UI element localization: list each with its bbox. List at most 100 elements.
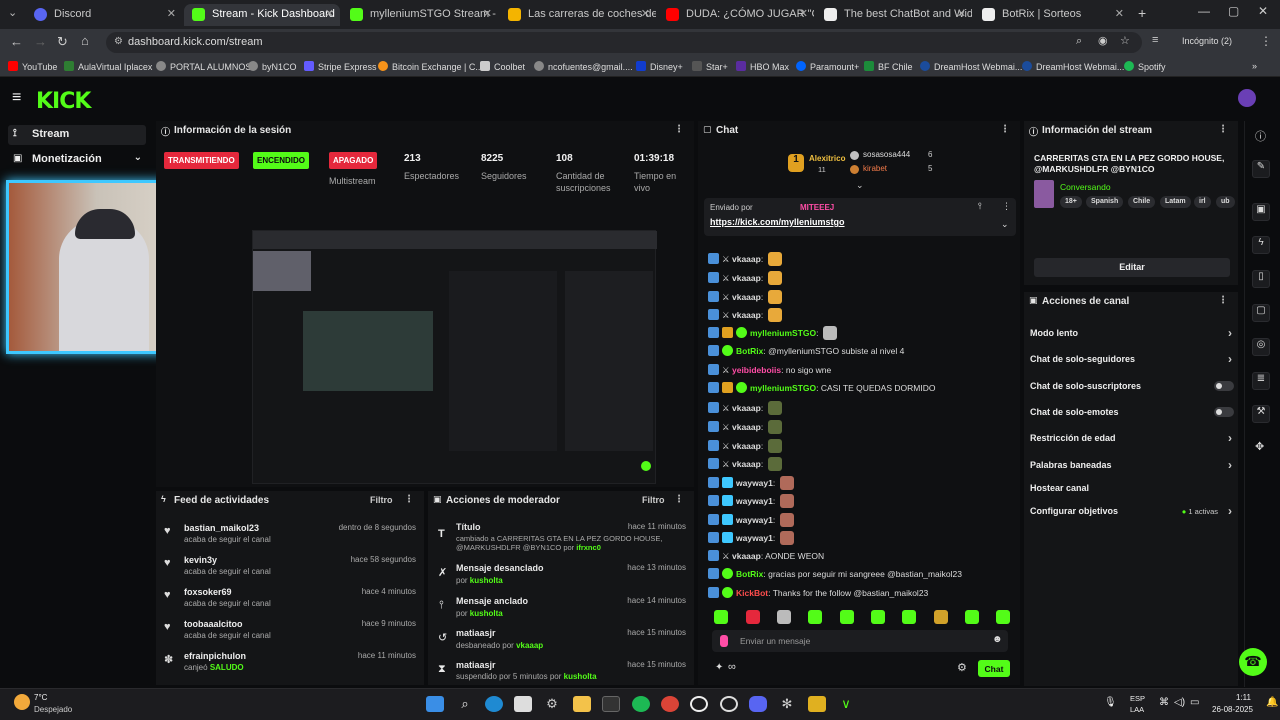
action-followers-only[interactable]: Chat de solo-seguidores ›: [1030, 352, 1236, 372]
back-icon[interactable]: ←: [10, 34, 23, 49]
emote-button[interactable]: [996, 610, 1010, 624]
maximize-button[interactable]: ▢: [1228, 4, 1239, 18]
mod-item-by[interactable]: vkaaap: [516, 641, 543, 650]
list-rail-button[interactable]: ≣: [1252, 372, 1270, 390]
chat-rail-button[interactable]: ▢: [1252, 304, 1270, 322]
bookmark-stripe[interactable]: Stripe Express: [304, 61, 377, 72]
close-icon[interactable]: ✕: [957, 7, 966, 20]
close-window-button[interactable]: ✕: [1258, 4, 1268, 18]
hamburger-menu-icon[interactable]: ≡: [12, 89, 21, 107]
reload-icon[interactable]: ↻: [57, 34, 68, 50]
top-gifter-3[interactable]: kirabet 5: [850, 164, 940, 176]
eye-off-icon[interactable]: ◉: [1098, 34, 1108, 47]
bolt-rail-button[interactable]: ϟ: [1252, 236, 1270, 254]
stream-preview[interactable]: [252, 230, 657, 484]
action-banned-words[interactable]: Palabras baneadas ›: [1030, 458, 1236, 478]
volume-icon[interactable]: ◁): [1174, 697, 1185, 708]
bookmark-coolbet[interactable]: Coolbet: [480, 61, 525, 72]
bookmark-hbo[interactable]: HBO Max: [736, 61, 789, 72]
star-icon[interactable]: ☆: [1120, 34, 1130, 47]
mod-item-by[interactable]: kusholta: [470, 576, 503, 585]
close-icon[interactable]: ✕: [167, 7, 176, 20]
steam-icon[interactable]: ✻: [778, 696, 796, 712]
chat-username[interactable]: wayway1: [736, 478, 773, 488]
spotify-icon[interactable]: [632, 696, 650, 712]
chat-input[interactable]: Enviar un mensaje ☻: [712, 630, 1008, 652]
action-configure-goals[interactable]: Configurar objetivos ● 1 activas ›: [1030, 504, 1236, 524]
chevron-down-icon[interactable]: ⌄: [1001, 219, 1009, 230]
action-age-restriction[interactable]: Restricción de edad ›: [1030, 431, 1236, 451]
tab-search-icon[interactable]: ⌄: [8, 6, 17, 19]
action-host-channel[interactable]: Hostear canal: [1030, 483, 1236, 501]
bookmark-youtube[interactable]: YouTube: [8, 61, 57, 72]
site-info-icon[interactable]: ⚙: [114, 36, 123, 47]
pin-icon[interactable]: ⫯: [978, 201, 982, 212]
bookmark-bitcoin[interactable]: Bitcoin Exchange | C...: [378, 61, 483, 72]
tab-carreras[interactable]: Las carreras de coches de com✕: [500, 4, 656, 26]
bookmark-bfchile[interactable]: BF Chile: [864, 61, 913, 72]
broadcast-rail-button[interactable]: ◎: [1252, 338, 1270, 356]
chat-username[interactable]: yeibideboiis: [732, 365, 781, 375]
chat-username[interactable]: vkaaap: [732, 273, 761, 283]
incognito-profile[interactable]: Incógnito (2): [1182, 36, 1232, 46]
new-tab-button[interactable]: +: [1138, 5, 1146, 21]
feed-user[interactable]: bastian_maikol23: [184, 523, 259, 533]
chat-username[interactable]: mylleniumSTGO: [750, 328, 816, 338]
category-thumbnail[interactable]: [1034, 180, 1054, 208]
zoom-icon[interactable]: ⌕: [1076, 35, 1082, 48]
bookmarks-overflow-icon[interactable]: »: [1252, 61, 1257, 71]
chat-identity-icon[interactable]: [720, 635, 728, 647]
info-icon[interactable]: ⓘ: [1255, 128, 1266, 144]
settings-icon[interactable]: ⚙: [543, 696, 561, 712]
feed-user[interactable]: toobaaalcitoo: [184, 619, 243, 629]
feed-user[interactable]: efrainpichulon: [184, 651, 246, 661]
terminal-icon[interactable]: [602, 696, 620, 712]
feed-user[interactable]: kevin3y: [184, 555, 217, 565]
app-v-icon[interactable]: ∨: [837, 696, 855, 712]
chat-username[interactable]: vkaaap: [732, 551, 761, 561]
menu-icon[interactable]: ⋮: [1260, 34, 1272, 48]
chat-username[interactable]: wayway1: [736, 533, 773, 543]
emote-button[interactable]: [714, 610, 728, 624]
filter-button[interactable]: Filtro: [642, 495, 665, 505]
bookmark-paramount[interactable]: Paramount+: [796, 61, 859, 72]
settings-icon[interactable]: ✥: [1255, 440, 1264, 453]
kick-logo[interactable]: KICK: [36, 89, 91, 114]
tab-chatbot[interactable]: The best ChatBot and Widgets✕: [816, 4, 972, 26]
minimize-button[interactable]: —: [1198, 4, 1210, 18]
close-icon[interactable]: ✕: [325, 7, 334, 20]
bookmark-dreamhost-1[interactable]: DreamHost Webmai...: [920, 61, 1022, 72]
emoji-icon[interactable]: ☻: [992, 634, 1003, 645]
action-slow-mode[interactable]: Modo lento ›: [1030, 326, 1236, 346]
chat-username[interactable]: wayway1: [736, 496, 773, 506]
emote-button[interactable]: [871, 610, 885, 624]
more-options-icon[interactable]: ⋮: [1000, 124, 1010, 135]
clock-time[interactable]: 1:11: [1236, 693, 1251, 702]
tab-kick-dashboard[interactable]: Stream - Kick Dashboard ✕: [184, 4, 340, 26]
chat-username[interactable]: vkaaap: [732, 292, 761, 302]
weather-icon[interactable]: [14, 694, 30, 710]
start-menu-icon[interactable]: [426, 696, 444, 712]
top-gifter-1[interactable]: 1 Alexitrico 11: [788, 152, 848, 174]
top-gifter-2[interactable]: sosasosa444 6: [850, 150, 940, 162]
clock-date[interactable]: 26-08-2025: [1212, 705, 1253, 714]
chat-username[interactable]: wayway1: [736, 515, 773, 525]
bookmark-portal[interactable]: PORTAL ALUMNOS: [156, 61, 251, 72]
chat-username[interactable]: vkaaap: [732, 310, 761, 320]
emote-button[interactable]: [840, 610, 854, 624]
chat-username[interactable]: BotRix: [736, 569, 763, 579]
home-icon[interactable]: ⌂: [81, 33, 89, 48]
battery-icon[interactable]: ▭: [1190, 697, 1199, 708]
discord-icon[interactable]: [749, 696, 767, 712]
sidebar-icon[interactable]: ≡: [1152, 34, 1158, 46]
more-options-icon[interactable]: ⋮: [674, 124, 684, 135]
emotes-only-toggle[interactable]: [1214, 407, 1234, 417]
emote-button[interactable]: [965, 610, 979, 624]
filter-button[interactable]: Filtro: [370, 495, 393, 505]
close-icon[interactable]: ✕: [641, 7, 650, 20]
bookmark-byn1co[interactable]: byN1CO: [248, 61, 297, 72]
emote-button[interactable]: [746, 610, 760, 624]
expand-leaderboard-icon[interactable]: ⌄: [856, 180, 864, 191]
feed-user[interactable]: foxsoker69: [184, 587, 232, 597]
chat-username[interactable]: vkaaap: [732, 254, 761, 264]
